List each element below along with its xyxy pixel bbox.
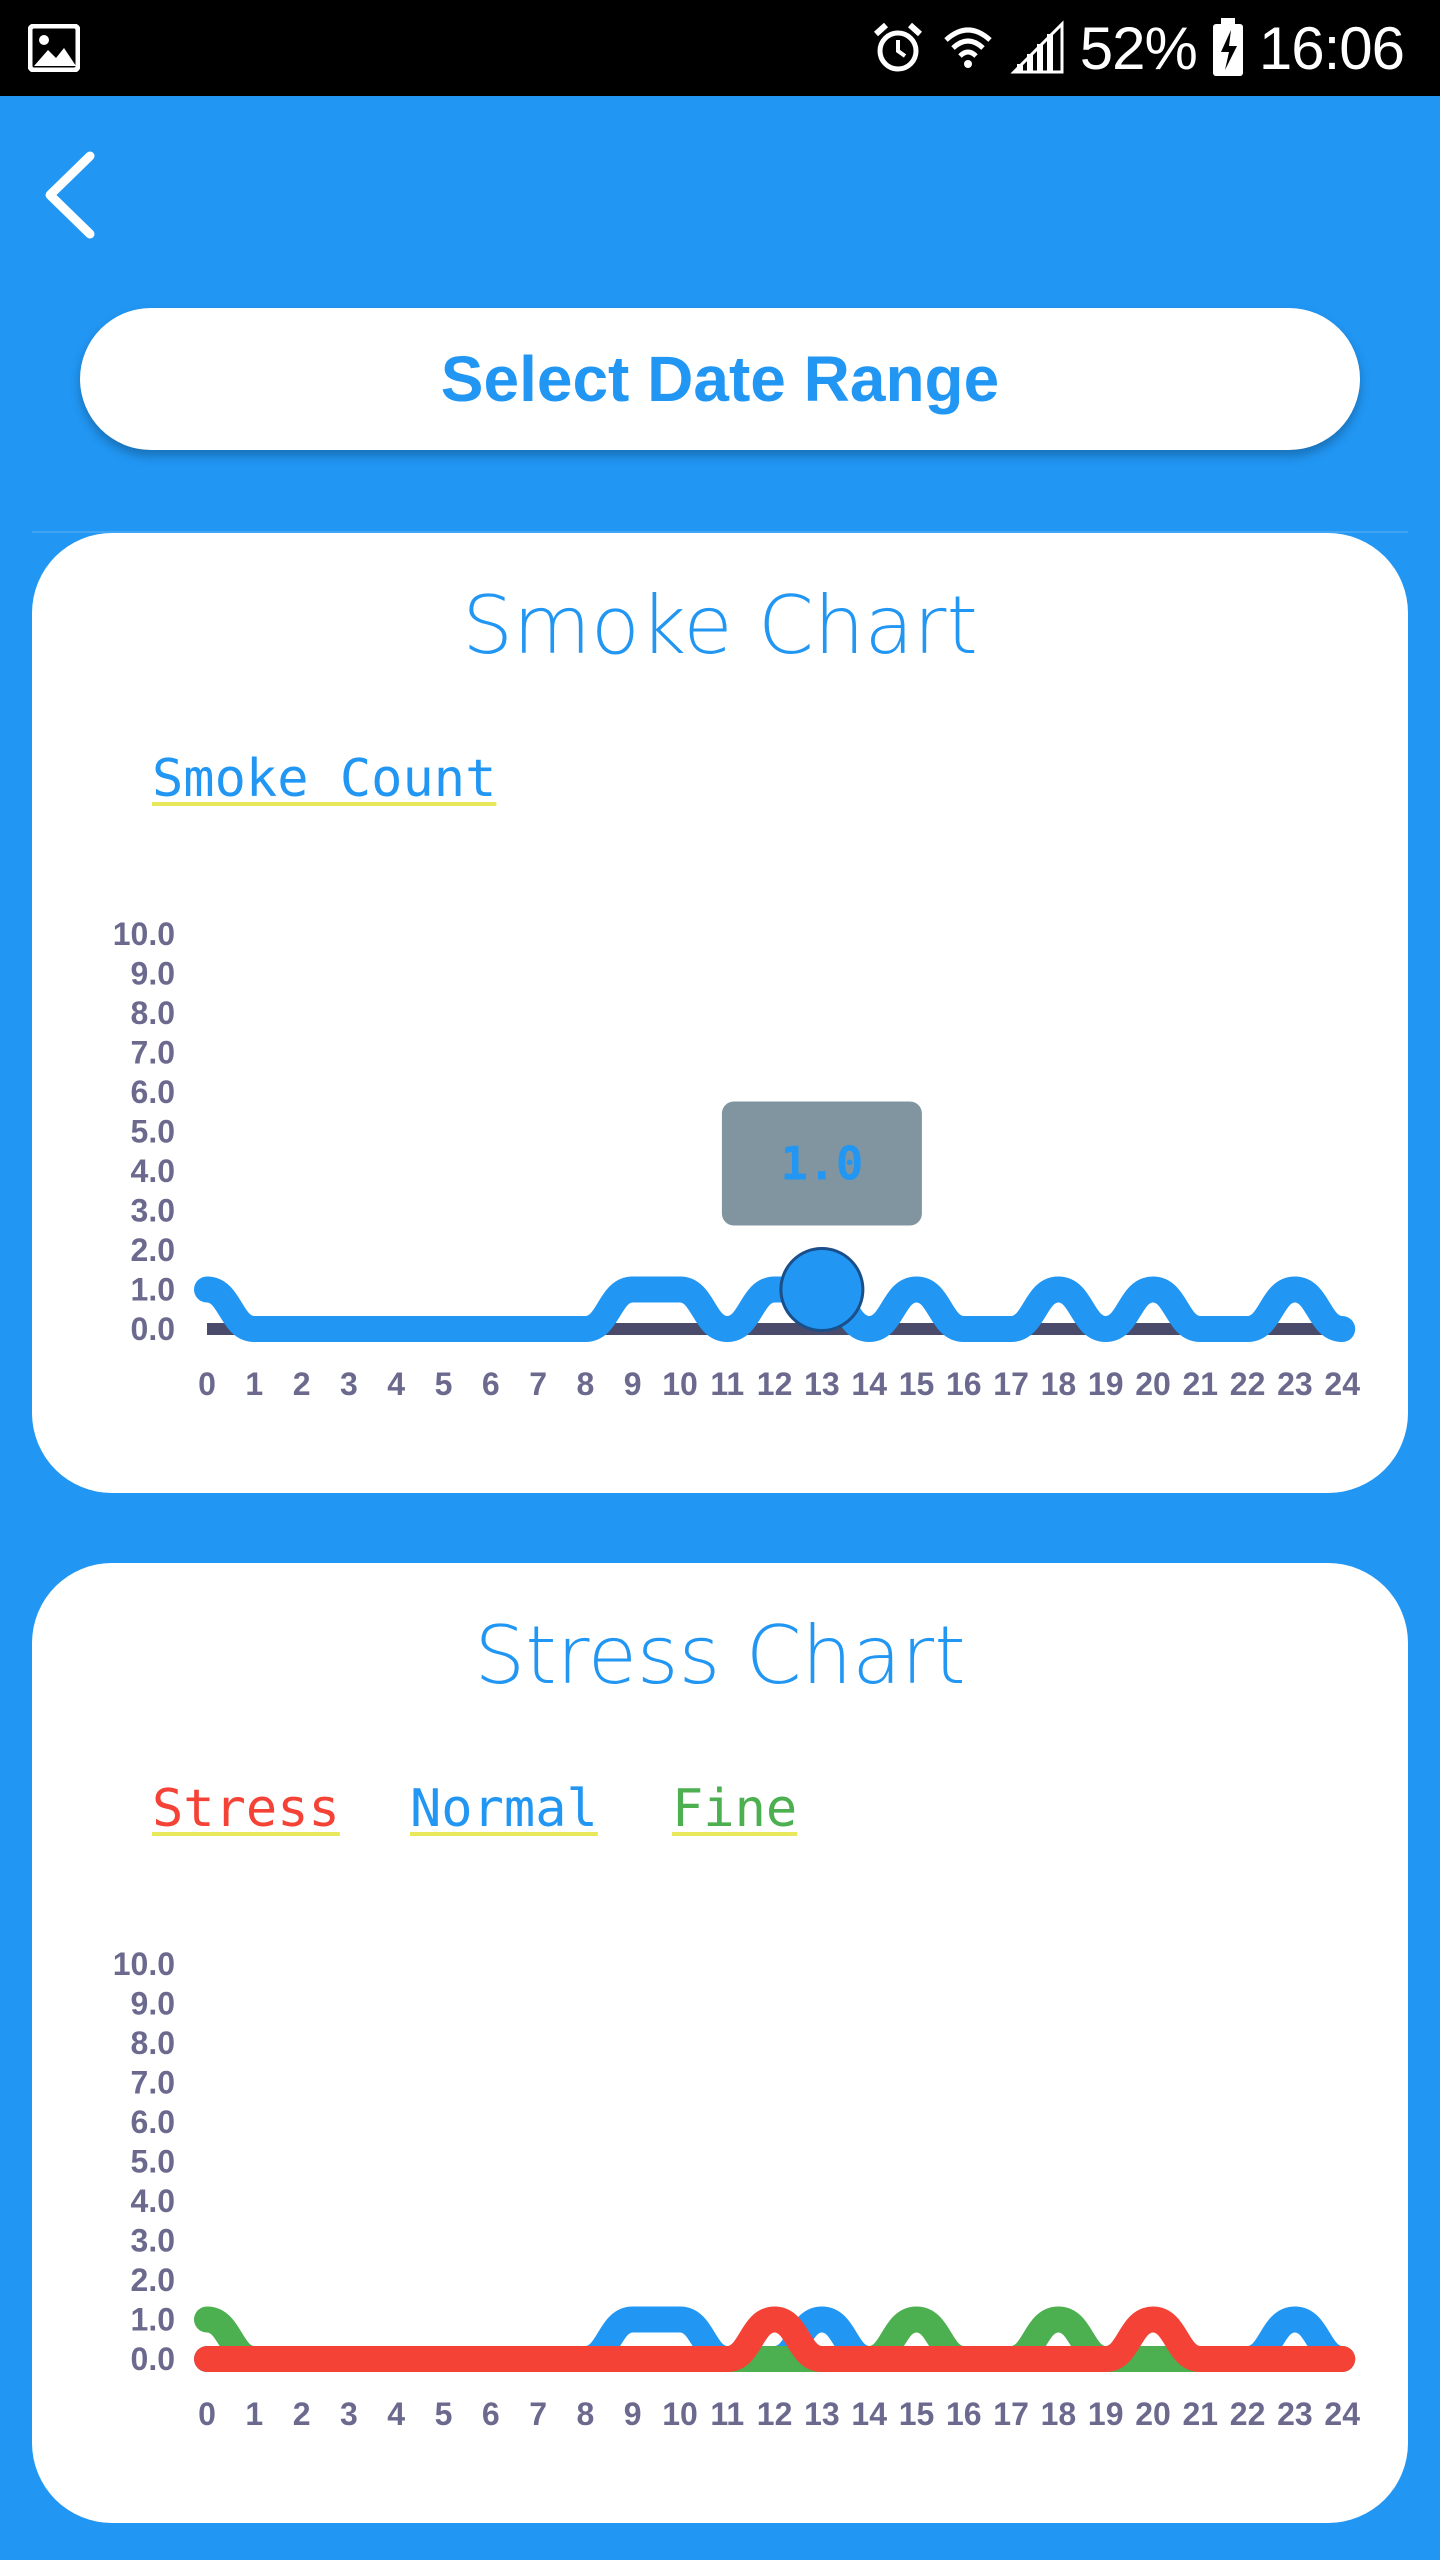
x-tick-label: 17 bbox=[993, 1366, 1029, 1402]
x-tick-label: 21 bbox=[1183, 2396, 1219, 2432]
wifi-icon bbox=[944, 27, 992, 68]
battery-percent: 52% bbox=[1079, 14, 1198, 82]
x-tick-label: 4 bbox=[387, 2396, 405, 2432]
x-tick-label: 16 bbox=[946, 1366, 982, 1402]
alarm-icon bbox=[873, 22, 922, 72]
x-tick-label: 12 bbox=[757, 1366, 793, 1402]
x-tick-label: 18 bbox=[1041, 2396, 1077, 2432]
x-tick-label: 13 bbox=[804, 2396, 840, 2432]
x-tick-label: 3 bbox=[340, 2396, 358, 2432]
status-indicators: 52% 16:06 bbox=[870, 0, 1405, 96]
stress-chart-card: Stress Chart Stress Normal Fine 0.0 1.0 2.… bbox=[32, 1563, 1408, 2523]
x-tick-label: 0 bbox=[198, 1366, 216, 1402]
y-tick-label: 0.0 bbox=[131, 2341, 175, 2377]
y-tick-label: 3.0 bbox=[131, 2223, 175, 2259]
y-tick-label: 2.0 bbox=[131, 1232, 175, 1268]
x-tick-label: 1 bbox=[245, 1366, 263, 1402]
x-tick-label: 16 bbox=[946, 2396, 982, 2432]
select-date-range-label: Select Date Range bbox=[440, 343, 1000, 415]
x-tick-label: 5 bbox=[435, 1366, 453, 1402]
x-tick-label: 0 bbox=[198, 2396, 216, 2432]
x-tick-label: 21 bbox=[1183, 1366, 1219, 1402]
x-tick-label: 9 bbox=[624, 2396, 642, 2432]
y-tick-label: 8.0 bbox=[131, 2025, 175, 2061]
x-tick-label: 11 bbox=[710, 1366, 744, 1402]
x-tick-label: 18 bbox=[1041, 1366, 1077, 1402]
tooltip-value: 1.0 bbox=[780, 1137, 863, 1191]
x-tick-label: 3 bbox=[340, 1366, 358, 1402]
x-tick-label: 4 bbox=[387, 1366, 405, 1402]
y-tick-label: 10.0 bbox=[113, 1946, 175, 1982]
x-tick-label: 22 bbox=[1230, 1366, 1266, 1402]
y-tick-label: 9.0 bbox=[131, 1986, 175, 2022]
x-tick-label: 10 bbox=[662, 2396, 698, 2432]
smoke-chart[interactable]: 0.01.02.03.04.05.06.07.08.09.010.00 1 2 3 4 5… bbox=[32, 533, 1408, 1493]
x-tick-label: 6 bbox=[482, 1366, 500, 1402]
y-tick-label: 1.0 bbox=[131, 2302, 175, 2338]
smoke-chart-card: Smoke Chart Smoke Count 0.0 1.0 2.0 3.0 4.0 5… bbox=[32, 533, 1408, 1493]
highlight-point[interactable] bbox=[779, 1247, 865, 1332]
x-tick-label: 7 bbox=[529, 1366, 547, 1402]
x-tick-label: 23 bbox=[1277, 2396, 1313, 2432]
x-tick-label: 23 bbox=[1277, 1366, 1313, 1402]
y-tick-label: 9.0 bbox=[131, 956, 175, 992]
y-tick-label: 10.0 bbox=[113, 916, 175, 952]
x-tick-label: 20 bbox=[1135, 1366, 1171, 1402]
x-tick-label: 12 bbox=[757, 2396, 793, 2432]
x-tick-label: 15 bbox=[899, 2396, 935, 2432]
x-tick-label: 13 bbox=[804, 1366, 840, 1402]
x-tick-label: 5 bbox=[435, 2396, 453, 2432]
x-tick-label: 15 bbox=[899, 1366, 935, 1402]
x-tick-label: 19 bbox=[1088, 1366, 1124, 1402]
x-tick-label: 8 bbox=[577, 1366, 595, 1402]
y-tick-label: 5.0 bbox=[131, 1114, 175, 1150]
x-tick-label: 24 bbox=[1324, 2396, 1360, 2432]
x-tick-label: 14 bbox=[851, 2396, 887, 2432]
x-tick-label: 8 bbox=[577, 2396, 595, 2432]
x-tick-label: 11 bbox=[710, 2396, 744, 2432]
y-tick-label: 1.0 bbox=[131, 1272, 175, 1308]
x-tick-label: 7 bbox=[529, 2396, 547, 2432]
y-tick-label: 6.0 bbox=[131, 2104, 175, 2140]
signal-icon bbox=[1010, 20, 1064, 74]
x-tick-label: 17 bbox=[993, 2396, 1029, 2432]
x-tick-label: 1 bbox=[245, 2396, 263, 2432]
y-tick-label: 7.0 bbox=[131, 2065, 175, 2101]
y-tick-label: 8.0 bbox=[131, 995, 175, 1031]
image-icon bbox=[28, 24, 80, 72]
x-tick-label: 24 bbox=[1324, 1366, 1360, 1402]
x-tick-label: 19 bbox=[1088, 2396, 1124, 2432]
x-tick-label: 14 bbox=[851, 1366, 887, 1402]
x-tick-label: 2 bbox=[293, 2396, 311, 2432]
clock: 16:06 bbox=[1258, 14, 1405, 82]
y-tick-label: 2.0 bbox=[131, 2262, 175, 2298]
status-bar: 52% 16:06 bbox=[0, 0, 1440, 96]
chevron-left-icon bbox=[45, 151, 95, 239]
x-tick-label: 2 bbox=[293, 1366, 311, 1402]
y-tick-label: 6.0 bbox=[131, 1074, 175, 1110]
y-tick-label: 5.0 bbox=[131, 2144, 175, 2180]
select-date-range-button[interactable]: Select Date Range bbox=[80, 308, 1360, 450]
x-tick-label: 10 bbox=[662, 1366, 698, 1402]
battery-charging-icon bbox=[1212, 18, 1243, 76]
y-tick-label: 7.0 bbox=[131, 1035, 175, 1071]
y-tick-label: 0.0 bbox=[131, 1311, 175, 1347]
y-tick-label: 4.0 bbox=[131, 1153, 175, 1189]
stress-chart[interactable]: 0.01.02.03.04.05.06.07.08.09.010.00 1 2 3 4 5… bbox=[32, 1563, 1408, 2523]
x-tick-label: 9 bbox=[624, 1366, 642, 1402]
x-tick-label: 20 bbox=[1135, 2396, 1171, 2432]
back-button[interactable] bbox=[40, 150, 100, 240]
x-tick-label: 22 bbox=[1230, 2396, 1266, 2432]
x-tick-label: 6 bbox=[482, 2396, 500, 2432]
y-tick-label: 3.0 bbox=[131, 1193, 175, 1229]
y-tick-label: 4.0 bbox=[131, 2183, 175, 2219]
